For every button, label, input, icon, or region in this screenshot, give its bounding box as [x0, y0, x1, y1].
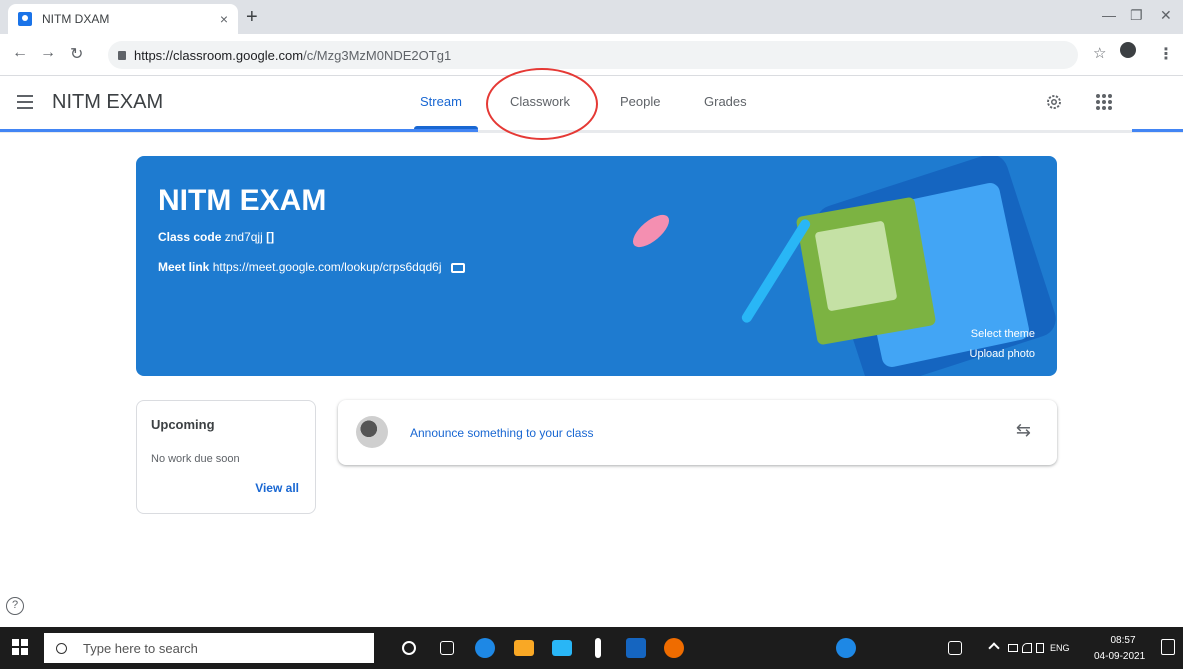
settings-gear-icon[interactable]: [1045, 93, 1063, 111]
main-menu-icon[interactable]: [14, 90, 38, 114]
search-icon: [56, 642, 67, 654]
minimize-icon[interactable]: —: [1102, 7, 1116, 23]
clock-time[interactable]: 08:57: [1098, 635, 1148, 646]
restore-icon[interactable]: ❐: [1130, 7, 1143, 24]
fullscreen-icon[interactable]: ⁣[]: [266, 230, 274, 244]
google-apps-icon[interactable]: [1096, 94, 1112, 110]
cortana-icon[interactable]: [402, 641, 416, 655]
class-code-label: Class code: [158, 230, 222, 244]
avatar: [356, 416, 388, 448]
class-code-row: Class code znd7qjj ⁣[]: [158, 230, 274, 244]
taskbar-search-placeholder: Type here to search: [83, 640, 198, 656]
window-close-icon[interactable]: ✕: [1160, 7, 1172, 24]
browser-address-bar: ← → ↻ https://classroom.google.com/c/Mzg…: [0, 34, 1183, 76]
edge-browser-icon[interactable]: [475, 638, 495, 658]
upload-photo-link[interactable]: Upload photo: [970, 348, 1035, 360]
windows-start-icon[interactable]: [12, 639, 28, 655]
header-progress-bar-left: [0, 129, 478, 132]
url-path: /c/Mzg3MzM0NDE2OTg1: [303, 47, 452, 63]
view-all-link[interactable]: View all: [255, 481, 299, 495]
task-view-icon[interactable]: [440, 641, 454, 655]
chrome-icon[interactable]: [664, 638, 684, 658]
select-theme-link[interactable]: Select theme: [971, 328, 1035, 340]
url-input[interactable]: https://classroom.google.com/c/Mzg3MzM0N…: [108, 41, 1078, 69]
announce-placeholder[interactable]: Announce something to your class: [410, 426, 593, 440]
battery-icon[interactable]: [1008, 644, 1018, 652]
keyboard-icon[interactable]: [948, 641, 962, 655]
upcoming-title: Upcoming: [151, 417, 215, 432]
tab-close-icon[interactable]: ×: [220, 11, 228, 27]
forward-icon[interactable]: →: [40, 44, 56, 62]
repost-icon[interactable]: ⇆: [1016, 420, 1031, 441]
tab-people[interactable]: People: [620, 94, 660, 109]
wifi-icon[interactable]: [1022, 643, 1032, 653]
lock-icon: [118, 50, 126, 60]
winamp-icon[interactable]: [595, 638, 601, 658]
clock-date[interactable]: 04-09-2021: [1094, 651, 1145, 662]
file-explorer-icon[interactable]: [514, 640, 534, 656]
banner-title: NITM EXAM: [158, 184, 327, 217]
input-language[interactable]: ENG: [1050, 643, 1070, 653]
announce-box[interactable]: Announce something to your class ⇆: [338, 400, 1057, 465]
meet-link-label: Meet link: [158, 260, 210, 274]
header-progress-bar-right: [1132, 129, 1183, 132]
notifications-icon[interactable]: [1161, 639, 1175, 655]
browser-tab-title: NITM DXAM: [42, 12, 110, 26]
taskbar-search-input[interactable]: Type here to search: [44, 633, 374, 663]
annotation-circle: [486, 68, 598, 140]
mail-icon[interactable]: [552, 640, 572, 656]
upcoming-empty-text: No work due soon: [151, 453, 240, 465]
back-icon[interactable]: ←: [12, 44, 28, 62]
profile-icon[interactable]: [1120, 42, 1136, 58]
new-tab-icon[interactable]: +: [246, 6, 258, 29]
word-icon[interactable]: [626, 638, 646, 658]
upcoming-card: Upcoming No work due soon View all: [136, 400, 316, 514]
bookmark-star-icon[interactable]: ☆: [1093, 44, 1106, 62]
video-camera-icon[interactable]: [450, 262, 465, 273]
windows-taskbar: Type here to search ENG 08:57 04-09-2021: [0, 627, 1183, 669]
tab-stream[interactable]: Stream: [420, 94, 462, 109]
meet-link-row: Meet link https://meet.google.com/lookup…: [158, 260, 465, 274]
browser-menu-icon[interactable]: ⋮: [1158, 44, 1174, 64]
help-app-icon[interactable]: [836, 638, 856, 658]
meet-link-value[interactable]: https://meet.google.com/lookup/crps6dqd6…: [213, 260, 442, 274]
browser-tab-strip: NITM DXAM × + — ❐ ✕: [0, 0, 1183, 34]
url-host: https://classroom.google.com: [134, 47, 304, 63]
classroom-favicon-icon: [18, 12, 32, 26]
volume-icon[interactable]: [1036, 643, 1044, 653]
tray-chevron-up-icon[interactable]: [988, 642, 1000, 654]
tab-grades[interactable]: Grades: [704, 94, 747, 109]
help-icon[interactable]: ?: [6, 597, 24, 615]
class-name[interactable]: NITM EXAM: [52, 91, 163, 114]
class-code-value[interactable]: znd7qjj: [225, 230, 263, 244]
reload-icon[interactable]: ↻: [70, 44, 83, 64]
banner-illustration: [632, 156, 1056, 376]
browser-tab[interactable]: NITM DXAM ×: [8, 4, 238, 34]
class-banner: NITM EXAM Class code znd7qjj ⁣[] Meet li…: [136, 156, 1057, 376]
